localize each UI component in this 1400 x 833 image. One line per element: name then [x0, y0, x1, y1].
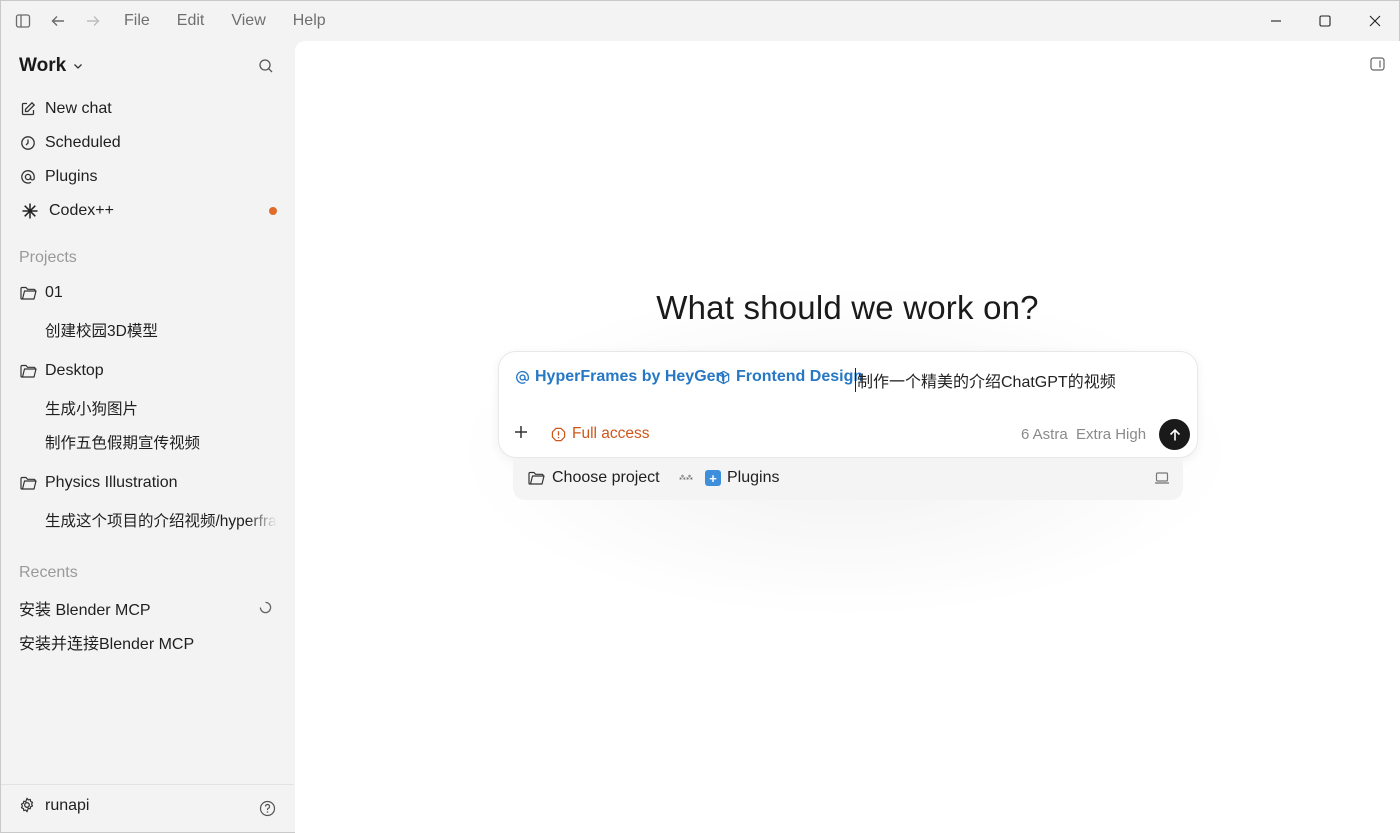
maximize-icon[interactable] — [1313, 9, 1337, 33]
text-fade — [247, 509, 277, 531]
project-name: Desktop — [45, 362, 104, 379]
asterisk-icon — [19, 202, 41, 220]
project-name: Physics Illustration — [45, 474, 178, 491]
project-physics-illustration[interactable]: Physics Illustration — [19, 471, 281, 495]
access-mode-button[interactable]: Full access — [551, 425, 650, 443]
folder-icon — [528, 471, 545, 485]
nav-label: New chat — [45, 100, 112, 117]
plugin-plus-icon: + — [705, 470, 721, 486]
send-button[interactable] — [1159, 419, 1190, 450]
menu-file[interactable]: File — [124, 11, 150, 31]
sidebar-toggle-icon[interactable] — [13, 11, 33, 31]
user-name: runapi — [45, 797, 90, 814]
main-panel: What should we work on? HyperFrames by H… — [295, 41, 1400, 833]
folder-icon — [19, 284, 37, 302]
workspace-name: Work — [19, 55, 67, 76]
plugins-button[interactable]: ⁂⁂ + Plugins — [679, 469, 779, 487]
skill-chip-frontend-design[interactable]: Frontend Design — [716, 368, 863, 386]
back-arrow-icon[interactable] — [48, 11, 68, 31]
search-icon[interactable] — [258, 58, 276, 76]
choose-project-label: Choose project — [552, 469, 660, 486]
at-icon — [19, 168, 37, 186]
laptop-icon[interactable] — [1154, 471, 1172, 487]
sidebar-divider — [1, 784, 294, 785]
choose-project-button[interactable]: Choose project — [528, 469, 660, 487]
page-title: What should we work on? — [656, 289, 1039, 326]
right-panel-toggle-icon[interactable] — [1370, 57, 1386, 73]
plugin-logo-icon: ⁂⁂ — [679, 474, 693, 482]
project-thread: 生成这个项目的介绍视频/hyperframes — [45, 513, 277, 530]
cube-icon — [716, 370, 731, 385]
nav-plugins[interactable]: Plugins — [19, 165, 281, 189]
close-icon[interactable] — [1363, 9, 1387, 33]
reasoning-effort: Extra High — [1076, 426, 1147, 443]
chevron-down-icon — [74, 64, 83, 69]
prompt-composer[interactable]: HyperFrames by HeyGen Frontend Design 制作… — [498, 351, 1198, 458]
menu-edit[interactable]: Edit — [177, 11, 205, 31]
unread-dot — [269, 207, 277, 215]
workspace-switcher[interactable]: Work — [19, 55, 84, 77]
settings-user-button[interactable]: runapi — [19, 797, 89, 815]
projects-heading: Projects — [19, 249, 77, 266]
plugin-chip-hyperframes[interactable]: HyperFrames by HeyGen — [515, 368, 725, 386]
recents-heading: Recents — [19, 564, 78, 581]
project-thread[interactable]: 制作五色假期宣传视频 — [45, 431, 277, 453]
folder-icon — [19, 362, 37, 380]
nav-scheduled[interactable]: Scheduled — [19, 131, 281, 155]
project-name: 01 — [45, 284, 63, 301]
project-thread[interactable]: 创建校园3D模型 — [45, 319, 277, 341]
loading-spinner-icon — [259, 601, 273, 615]
nav-label: Plugins — [45, 168, 98, 185]
minimize-icon[interactable] — [1264, 9, 1288, 33]
add-attachment-icon[interactable] — [513, 424, 531, 442]
nav-label: Codex++ — [49, 202, 114, 219]
project-desktop[interactable]: Desktop — [19, 359, 281, 383]
recent-label: 安装并连接Blender MCP — [19, 636, 195, 653]
chip-label: HyperFrames by HeyGen — [535, 368, 726, 385]
access-label: Full access — [572, 425, 650, 442]
menu-help[interactable]: Help — [293, 11, 326, 31]
forward-arrow-icon[interactable] — [83, 11, 103, 31]
model-selector[interactable]: 6 Astra Extra High — [1021, 426, 1146, 443]
sidebar: Work New chat Scheduled Plugins Codex++ … — [1, 41, 294, 833]
at-icon — [515, 370, 530, 385]
recent-item[interactable]: 安装 Blender MCP — [19, 596, 281, 620]
edit-icon — [19, 100, 37, 118]
nav-label: Scheduled — [45, 134, 121, 151]
arrow-up-icon — [1169, 428, 1180, 440]
prompt-input[interactable]: 制作一个精美的介绍ChatGPT的视频 — [855, 368, 1116, 392]
folder-icon — [19, 474, 37, 492]
project-thread[interactable]: 生成小狗图片 — [45, 397, 277, 419]
chip-label: Frontend Design — [736, 368, 864, 385]
menu-bar: File Edit View Help — [124, 11, 353, 31]
recent-item[interactable]: 安装并连接Blender MCP — [19, 630, 281, 654]
nav-codex-plus[interactable]: Codex++ — [19, 199, 281, 223]
project-01[interactable]: 01 — [19, 281, 281, 305]
composer-context-bar: Choose project ⁂⁂ + Plugins — [513, 458, 1183, 500]
warning-icon — [551, 427, 566, 442]
gear-icon — [19, 797, 37, 815]
project-thread-wrapper[interactable]: 生成这个项目的介绍视频/hyperframes — [45, 509, 277, 531]
help-icon[interactable] — [259, 800, 277, 818]
model-name: 6 Astra — [1021, 426, 1068, 443]
plugins-label: Plugins — [727, 469, 780, 486]
app-window: File Edit View Help Work New chat Schedu… — [0, 0, 1400, 833]
clock-icon — [19, 134, 37, 152]
title-bar: File Edit View Help — [1, 1, 1399, 41]
menu-view[interactable]: View — [231, 11, 265, 31]
recent-label: 安装 Blender MCP — [19, 602, 151, 619]
nav-new-chat[interactable]: New chat — [19, 97, 281, 121]
